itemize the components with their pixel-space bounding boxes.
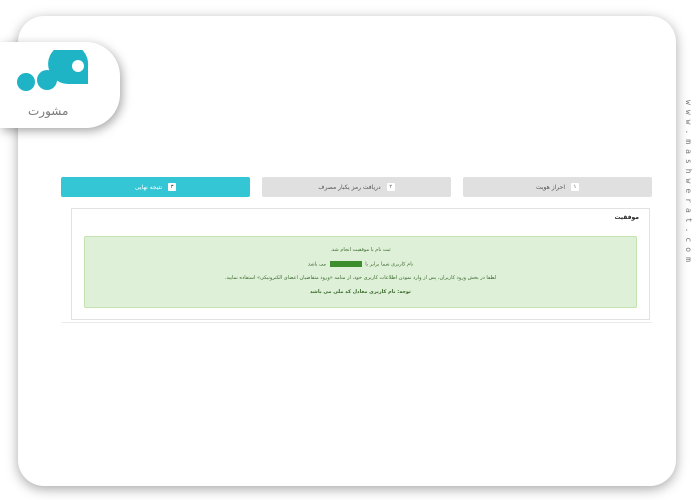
login-instruction: لطفا در بخش ورود کاربران، پس از وارد نمو…: [224, 275, 497, 281]
redacted-username: [329, 261, 362, 267]
step-label: نتیجه نهایی: [134, 183, 163, 191]
username-prefix: نام کاربری شما برابر با: [365, 261, 414, 268]
step-otp[interactable]: ۲ دریافت رمز یکبار مصرف: [262, 177, 451, 197]
step-identity-verification[interactable]: ۱ احراز هویت: [463, 177, 652, 197]
step-label: احراز هویت: [536, 183, 565, 191]
result-card: موفقیت ثبت نام با موفقیت انجام شد. نام ک…: [71, 208, 650, 320]
success-message: ثبت نام با موفقیت انجام شد.: [330, 247, 391, 253]
site-watermark: www.mashwerat.com: [684, 100, 693, 267]
step-final-result[interactable]: ۳ نتیجه نهایی: [61, 177, 250, 197]
username-note: توجه: نام کاربری معادل کد ملی می باشد: [310, 289, 411, 295]
username-suffix: می باشد: [307, 261, 326, 268]
logo-text: مشورت: [28, 104, 69, 118]
result-title: موفقیت: [614, 214, 639, 221]
divider: [61, 322, 652, 323]
step-number: ۳: [168, 183, 177, 191]
success-alert: ثبت نام با موفقیت انجام شد. نام کاربری ش…: [84, 236, 637, 308]
logo-icon: [17, 50, 89, 91]
username-message: نام کاربری شما برابر با می باشد: [85, 261, 636, 268]
step-number: ۲: [386, 183, 395, 191]
logo-badge: مشورت: [0, 42, 120, 128]
step-label: دریافت رمز یکبار مصرف: [318, 183, 381, 191]
wizard-steps: ۱ احراز هویت ۲ دریافت رمز یکبار مصرف ۳ ن…: [61, 177, 652, 197]
step-number: ۱: [570, 183, 579, 191]
